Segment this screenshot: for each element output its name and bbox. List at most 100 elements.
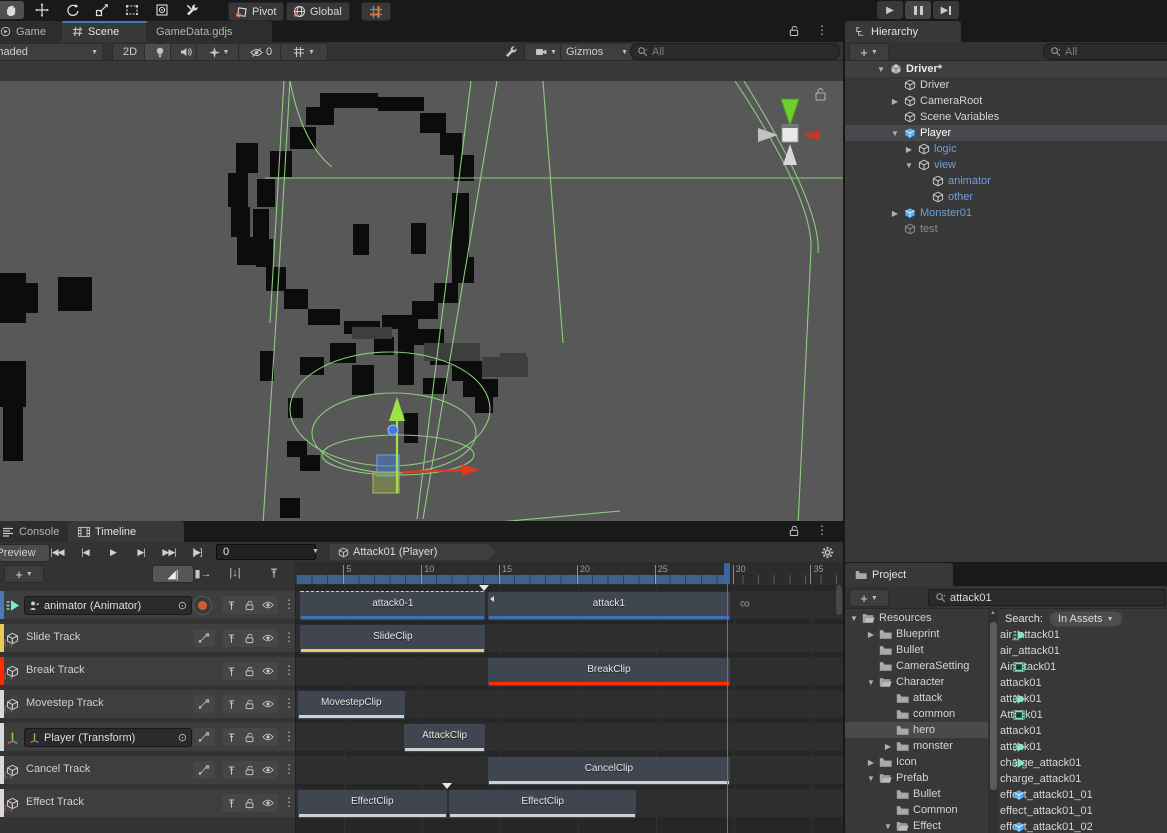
clip-edit-mode-ripple-button[interactable]: ▮→ <box>190 565 216 581</box>
project-folder-row[interactable]: common <box>845 706 988 722</box>
search-result-row[interactable]: attack01 <box>1000 723 1167 739</box>
track-kebab-icon[interactable]: ⋮ <box>283 795 295 809</box>
timeline-scrollbar[interactable] <box>836 585 842 615</box>
tab-gamedata-gdjs[interactable]: GameData.gdjs <box>146 21 272 42</box>
project-search-field[interactable] <box>928 589 1166 606</box>
record-button[interactable] <box>193 596 212 615</box>
mute-pin-icon[interactable] <box>226 633 237 644</box>
foldout-open-icon[interactable]: ▼ <box>876 65 886 74</box>
clip-edit-mode-mix-button[interactable]: ◢| <box>152 565 194 583</box>
hierarchy-row[interactable]: other <box>845 189 1167 205</box>
search-result-row[interactable]: air_attack01 <box>1000 627 1167 643</box>
track-binding-field[interactable]: animator (Animator)⊙ <box>24 596 192 615</box>
track-header[interactable]: {..}Movestep Track⋮ <box>0 690 295 718</box>
kebab-menu-icon[interactable]: ⋮ <box>816 523 828 537</box>
lock-icon[interactable] <box>788 25 800 37</box>
search-result-row[interactable]: air_attack01 <box>1000 643 1167 659</box>
project-folder-row[interactable]: attack <box>845 690 988 706</box>
lock-icon[interactable] <box>244 699 255 710</box>
clip-edit-mode-replace-button[interactable]: |↓| <box>222 565 248 581</box>
mute-pin-icon[interactable] <box>226 732 237 743</box>
project-search-input[interactable] <box>950 592 1159 604</box>
timeline-marker[interactable] <box>442 783 452 789</box>
timeline-clip[interactable]: MovestepClip <box>297 690 406 720</box>
hierarchy-row[interactable]: animator <box>845 173 1167 189</box>
mute-pin-icon[interactable] <box>226 765 237 776</box>
scene-tools-icon[interactable] <box>500 43 520 59</box>
tool-scale-button[interactable] <box>88 1 115 19</box>
foldout-open-icon[interactable]: ▼ <box>866 678 876 687</box>
curves-button[interactable] <box>193 629 215 647</box>
playhead-marker[interactable] <box>724 563 730 584</box>
pause-button[interactable] <box>905 1 931 19</box>
track-header[interactable]: {..}Cancel Track⋮ <box>0 756 295 784</box>
hierarchy-search-input[interactable] <box>1065 46 1167 58</box>
hierarchy-row[interactable]: ▼view <box>845 157 1167 173</box>
play-button[interactable]: ▶ <box>100 544 126 560</box>
search-result-row[interactable]: charge_attack01 <box>1000 755 1167 771</box>
timeline-clip[interactable]: EffectClip <box>297 789 448 819</box>
project-folder-row[interactable]: ▼Character <box>845 674 988 690</box>
search-result-row[interactable]: effect_attack01_01 <box>1000 803 1167 819</box>
foldout-closed-icon[interactable]: ▶ <box>904 145 914 154</box>
track-header[interactable]: {..}Slide Track⋮ <box>0 624 295 652</box>
tool-rect-button[interactable] <box>118 1 145 19</box>
scene-search-field[interactable] <box>630 43 840 60</box>
lock-icon[interactable] <box>244 633 255 644</box>
project-folder-row[interactable]: ▶monster <box>845 738 988 754</box>
track-kebab-icon[interactable]: ⋮ <box>283 729 295 743</box>
timeline-clip[interactable]: SlideClip <box>299 624 486 654</box>
eye-icon[interactable] <box>262 764 274 776</box>
grid-snap-toggle[interactable] <box>361 2 391 21</box>
lock-icon[interactable] <box>244 765 255 776</box>
play-button[interactable]: ▶ <box>877 1 903 19</box>
tab-game[interactable]: Game <box>0 21 66 42</box>
shading-mode-dropdown[interactable]: Shaded▼ <box>0 43 104 61</box>
timeline-breadcrumb[interactable]: Attack01 (Player) <box>330 544 496 560</box>
scene-viewport[interactable]: yx< Persp <box>0 81 843 541</box>
foldout-closed-icon[interactable]: ▶ <box>890 97 900 106</box>
eye-icon[interactable] <box>262 665 274 677</box>
timeline-clip[interactable]: attack0-1 <box>299 591 486 621</box>
foldout-closed-icon[interactable]: ▶ <box>866 630 876 639</box>
kebab-menu-icon[interactable]: ⋮ <box>816 23 828 37</box>
hierarchy-row[interactable]: Driver <box>845 77 1167 93</box>
search-result-row[interactable]: effect_attack01_02 <box>1000 819 1167 833</box>
hierarchy-row[interactable]: test <box>845 221 1167 237</box>
hierarchy-row[interactable]: ▼Driver* <box>845 61 1167 77</box>
foldout-open-icon[interactable]: ▼ <box>890 129 900 138</box>
scene-search-input[interactable] <box>652 46 833 58</box>
goto-end-button[interactable]: ▶▶| <box>156 544 182 560</box>
track-header[interactable]: {..}Effect Track⋮ <box>0 789 295 817</box>
track-binding-field[interactable]: Player (Transform)⊙ <box>24 728 192 747</box>
add-object-button[interactable]: +▼ <box>849 43 889 61</box>
play-range-button[interactable]: [▶] <box>184 544 210 560</box>
track-header[interactable]: Player (Transform)⊙ ⋮ <box>0 723 295 751</box>
project-folder-row[interactable]: ▶Blueprint <box>845 626 988 642</box>
search-result-row[interactable]: Attack01 <box>1000 707 1167 723</box>
tool-transform-button[interactable] <box>148 1 175 19</box>
project-folder-row[interactable]: ▼Prefab <box>845 770 988 786</box>
mute-pin-icon[interactable] <box>226 666 237 677</box>
tool-rotate-button[interactable] <box>58 1 85 19</box>
track-lane[interactable] <box>296 723 843 751</box>
track-kebab-icon[interactable]: ⋮ <box>283 762 295 776</box>
foldout-open-icon[interactable]: ▼ <box>866 774 876 783</box>
next-frame-button[interactable]: ▶| <box>128 544 154 560</box>
curves-button[interactable] <box>193 761 215 779</box>
tool-custom-button[interactable] <box>178 1 205 19</box>
preview-toggle[interactable]: Preview <box>0 544 50 562</box>
track-kebab-icon[interactable]: ⋮ <box>283 630 295 644</box>
eye-icon[interactable] <box>262 698 274 710</box>
show-markers-button[interactable] <box>263 565 285 581</box>
eye-icon[interactable] <box>262 797 274 809</box>
hierarchy-row[interactable]: ▶Monster01 <box>845 205 1167 221</box>
gizmos-dropdown[interactable]: Gizmos▼ <box>560 43 634 61</box>
mute-pin-icon[interactable] <box>226 699 237 710</box>
search-result-row[interactable]: AirAttack01 <box>1000 659 1167 675</box>
previous-frame-button[interactable]: |◀ <box>72 544 98 560</box>
hierarchy-row[interactable]: ▶CameraRoot <box>845 93 1167 109</box>
project-folder-row[interactable]: Bullet <box>845 786 988 802</box>
hierarchy-row[interactable]: Scene Variables <box>845 109 1167 125</box>
timeline-clip[interactable]: attack1 <box>487 591 731 621</box>
